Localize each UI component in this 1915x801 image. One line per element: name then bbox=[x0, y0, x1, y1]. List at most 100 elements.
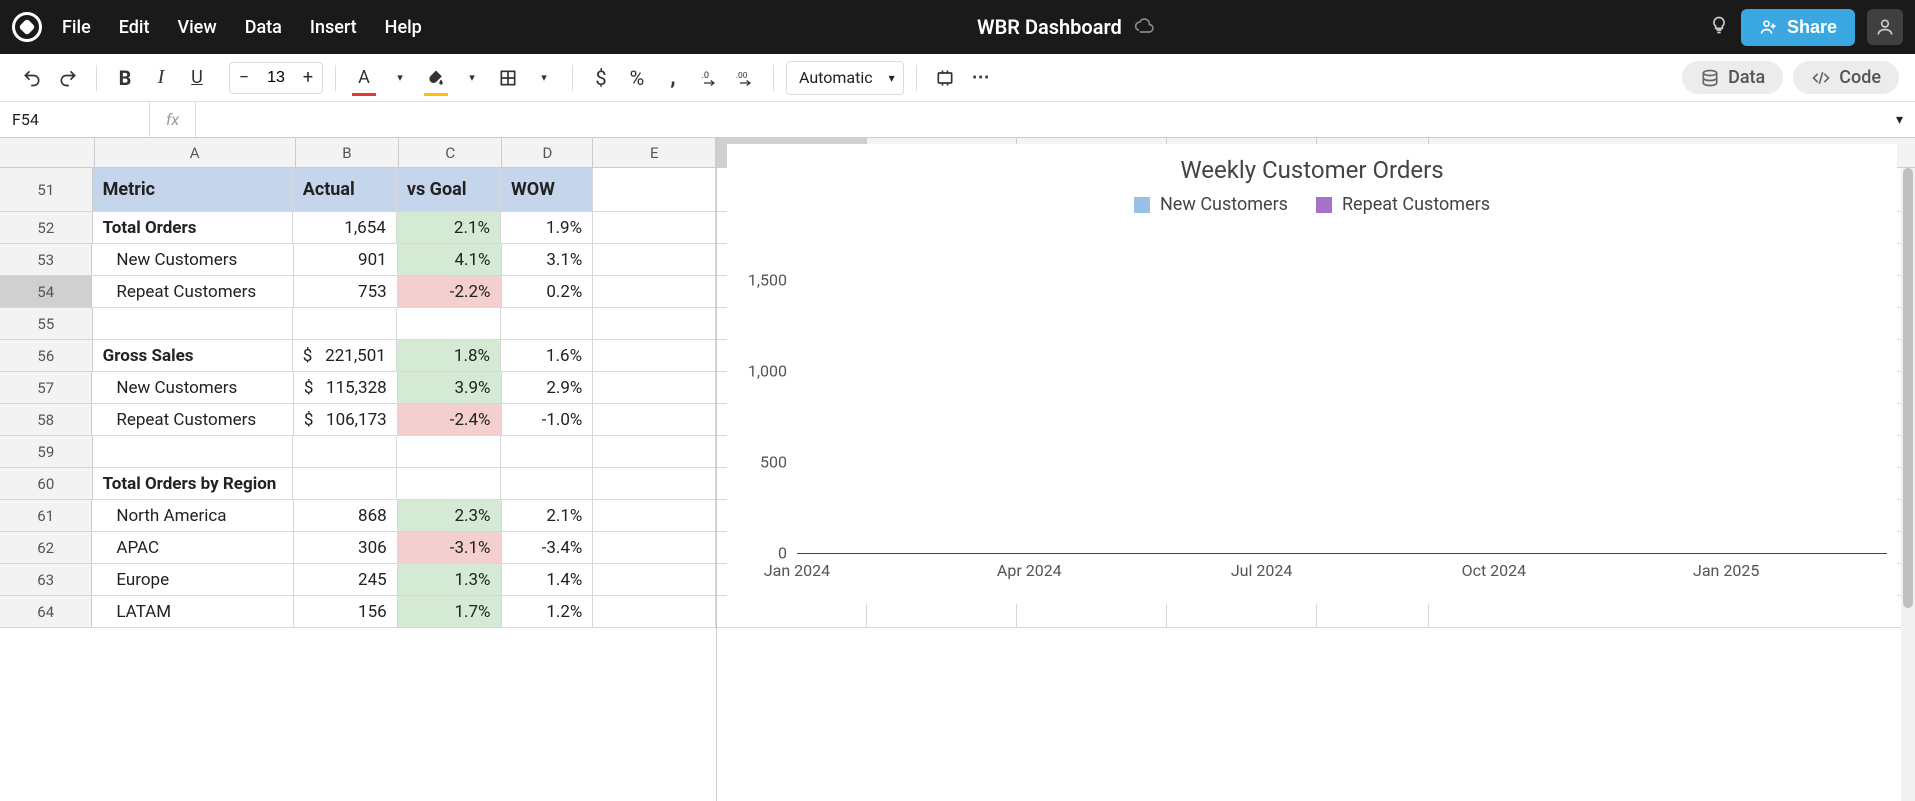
menu-insert[interactable]: Insert bbox=[310, 17, 357, 38]
menu-file[interactable]: File bbox=[62, 17, 91, 38]
cell-E51[interactable] bbox=[593, 168, 716, 211]
row-header-54[interactable]: 54 bbox=[0, 276, 92, 307]
scrollbar-thumb[interactable] bbox=[1903, 168, 1913, 608]
cell-reference-box[interactable]: F54 bbox=[0, 102, 150, 137]
cell-C56[interactable]: 1.8% bbox=[397, 340, 501, 371]
cell-B58[interactable]: $106,173 bbox=[294, 404, 398, 435]
fill-color-dropdown[interactable]: ▾ bbox=[456, 62, 488, 94]
cell-A63[interactable]: Europe bbox=[92, 564, 294, 595]
font-size-decrease[interactable]: − bbox=[230, 62, 258, 94]
cell-D58[interactable]: -1.0% bbox=[502, 404, 594, 435]
header-wow[interactable]: WOW bbox=[501, 168, 593, 211]
cell-A55[interactable] bbox=[93, 308, 293, 339]
cell-D57[interactable]: 2.9% bbox=[502, 372, 594, 403]
cell-B53[interactable]: 901 bbox=[294, 244, 398, 275]
borders-dropdown[interactable]: ▾ bbox=[528, 62, 560, 94]
fill-color-button[interactable] bbox=[420, 62, 452, 94]
cell-B59[interactable] bbox=[293, 436, 397, 467]
insert-object-button[interactable] bbox=[929, 62, 961, 94]
col-header-B[interactable]: B bbox=[296, 138, 399, 167]
cell-A53[interactable]: New Customers bbox=[92, 244, 294, 275]
share-button[interactable]: Share bbox=[1741, 9, 1855, 46]
cell-A56[interactable]: Gross Sales bbox=[93, 340, 293, 371]
cell-D62[interactable]: -3.4% bbox=[502, 532, 594, 563]
cell-B52[interactable]: 1,654 bbox=[293, 212, 397, 243]
formula-input[interactable] bbox=[196, 102, 1884, 137]
cell-E57[interactable] bbox=[593, 372, 716, 403]
document-title-text[interactable]: WBR Dashboard bbox=[977, 15, 1122, 39]
menu-edit[interactable]: Edit bbox=[119, 17, 150, 38]
cell-B63[interactable]: 245 bbox=[294, 564, 398, 595]
cell-D54[interactable]: 0.2% bbox=[502, 276, 594, 307]
cell-B64[interactable]: 156 bbox=[294, 596, 398, 627]
user-menu-button[interactable] bbox=[1867, 9, 1903, 45]
cell-D52[interactable]: 1.9% bbox=[501, 212, 593, 243]
header-vs-goal[interactable]: vs Goal bbox=[397, 168, 501, 211]
cell-C59[interactable] bbox=[397, 436, 501, 467]
app-logo[interactable] bbox=[12, 12, 42, 42]
cell-A52[interactable]: Total Orders bbox=[93, 212, 293, 243]
row-header-57[interactable]: 57 bbox=[0, 372, 92, 403]
cell-D60[interactable] bbox=[501, 468, 593, 499]
row-header-52[interactable]: 52 bbox=[0, 212, 93, 243]
lightbulb-icon[interactable] bbox=[1709, 15, 1729, 40]
cell-C52[interactable]: 2.1% bbox=[397, 212, 501, 243]
menu-data[interactable]: Data bbox=[245, 17, 282, 38]
cell-A60[interactable]: Total Orders by Region bbox=[93, 468, 293, 499]
increase-decimal-button[interactable]: .00 bbox=[729, 62, 761, 94]
menu-help[interactable]: Help bbox=[385, 17, 422, 38]
row-header-58[interactable]: 58 bbox=[0, 404, 92, 435]
text-color-dropdown[interactable]: ▾ bbox=[384, 62, 416, 94]
cell-A57[interactable]: New Customers bbox=[92, 372, 294, 403]
number-format-select[interactable]: Automatic ▾ bbox=[786, 61, 904, 95]
italic-button[interactable]: I bbox=[145, 62, 177, 94]
chart-weekly-orders[interactable]: Weekly Customer OrdersNew CustomersRepea… bbox=[727, 144, 1897, 604]
cell-A59[interactable] bbox=[93, 436, 293, 467]
header-metric[interactable]: Metric bbox=[93, 168, 293, 211]
row-header-60[interactable]: 60 bbox=[0, 468, 93, 499]
row-header-63[interactable]: 63 bbox=[0, 564, 92, 595]
cell-B60[interactable] bbox=[293, 468, 397, 499]
row-header-59[interactable]: 59 bbox=[0, 436, 93, 467]
row-header-62[interactable]: 62 bbox=[0, 532, 92, 563]
col-header-A[interactable]: A bbox=[95, 138, 296, 167]
cell-D55[interactable] bbox=[501, 308, 593, 339]
col-header-D[interactable]: D bbox=[502, 138, 593, 167]
cell-A62[interactable]: APAC bbox=[92, 532, 294, 563]
cell-E64[interactable] bbox=[593, 596, 716, 627]
row-header-56[interactable]: 56 bbox=[0, 340, 93, 371]
cell-E54[interactable] bbox=[593, 276, 716, 307]
cell-E59[interactable] bbox=[593, 436, 716, 467]
cell-C63[interactable]: 1.3% bbox=[398, 564, 502, 595]
percent-format-button[interactable]: % bbox=[621, 62, 653, 94]
cell-E56[interactable] bbox=[593, 340, 716, 371]
cell-D64[interactable]: 1.2% bbox=[502, 596, 594, 627]
cell-E52[interactable] bbox=[593, 212, 716, 243]
cell-C58[interactable]: -2.4% bbox=[398, 404, 502, 435]
redo-button[interactable] bbox=[52, 62, 84, 94]
cell-D63[interactable]: 1.4% bbox=[502, 564, 594, 595]
cell-E53[interactable] bbox=[593, 244, 716, 275]
col-header-E[interactable]: E bbox=[593, 138, 716, 167]
text-color-button[interactable]: A bbox=[348, 62, 380, 94]
cell-C60[interactable] bbox=[397, 468, 501, 499]
menu-view[interactable]: View bbox=[177, 17, 216, 38]
comma-format-button[interactable]: , bbox=[657, 62, 689, 94]
cell-C64[interactable]: 1.7% bbox=[398, 596, 502, 627]
cell-E60[interactable] bbox=[593, 468, 716, 499]
font-size-input[interactable] bbox=[258, 69, 294, 87]
row-header-64[interactable]: 64 bbox=[0, 596, 92, 627]
cell-A64[interactable]: LATAM bbox=[92, 596, 294, 627]
select-all-corner[interactable] bbox=[0, 138, 95, 167]
currency-format-button[interactable]: $ bbox=[585, 62, 617, 94]
undo-button[interactable] bbox=[16, 62, 48, 94]
borders-button[interactable] bbox=[492, 62, 524, 94]
bold-button[interactable]: B bbox=[109, 62, 141, 94]
cell-B57[interactable]: $115,328 bbox=[294, 372, 398, 403]
cell-C55[interactable] bbox=[397, 308, 501, 339]
legend-repeat-customers[interactable]: Repeat Customers bbox=[1316, 194, 1490, 215]
cell-B56[interactable]: $221,501 bbox=[293, 340, 397, 371]
cell-A54[interactable]: Repeat Customers bbox=[92, 276, 294, 307]
header-actual[interactable]: Actual bbox=[293, 168, 397, 211]
cell-E62[interactable] bbox=[593, 532, 716, 563]
